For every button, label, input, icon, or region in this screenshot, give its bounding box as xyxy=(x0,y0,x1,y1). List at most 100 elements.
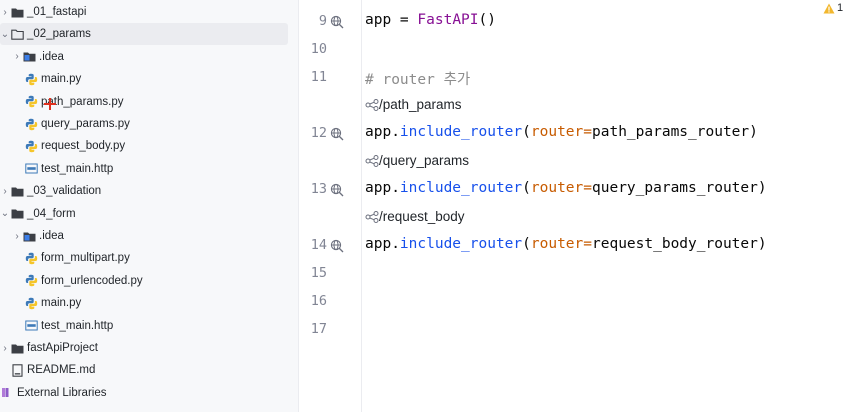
code-token: = xyxy=(391,12,418,28)
code-token: include_router xyxy=(399,180,523,196)
tree-item[interactable]: › fastApiProject xyxy=(0,337,298,359)
code-token: include_router xyxy=(399,236,523,252)
tree-item[interactable]: test_main.http xyxy=(0,315,298,337)
line-number: 14 xyxy=(310,237,327,253)
python-file-icon xyxy=(24,274,38,288)
http-file-icon xyxy=(24,162,38,176)
code-line-13[interactable]: app.include_router(router=query_params_r… xyxy=(365,180,767,196)
code-token: path_params_router xyxy=(592,124,750,140)
route-hint[interactable]: /query_params xyxy=(365,153,469,168)
tree-item[interactable]: test_main.http xyxy=(0,158,298,180)
code-token: app. xyxy=(365,180,400,196)
tree-item-label: _02_params xyxy=(27,28,91,41)
chevron-right-icon[interactable]: › xyxy=(12,51,22,62)
libraries-icon xyxy=(0,386,14,400)
tree-item-label: query_params.py xyxy=(41,118,130,130)
inspection-widget[interactable]: 1 xyxy=(823,2,843,14)
route-hint-label: /path_params xyxy=(379,97,462,112)
share-route-icon xyxy=(365,98,379,111)
code-token: ) xyxy=(757,236,767,252)
gutter-separator xyxy=(361,0,362,412)
endpoint-globe-icon[interactable] xyxy=(330,239,344,253)
share-route-icon xyxy=(365,154,379,167)
endpoint-globe-icon[interactable] xyxy=(330,15,344,29)
code-token: router xyxy=(530,180,584,196)
code-line-12[interactable]: app.include_router(router=path_params_ro… xyxy=(365,124,758,140)
tree-item[interactable]: ⌄ _04_form xyxy=(0,203,298,225)
chevron-right-icon[interactable]: › xyxy=(0,343,10,354)
tree-item-label: test_main.http xyxy=(41,162,114,175)
tree-item[interactable]: › .idea xyxy=(0,225,298,247)
markdown-file-icon xyxy=(10,363,24,377)
tree-item-label: _04_form xyxy=(27,207,76,220)
tree-item-label: test_main.http xyxy=(41,319,114,332)
warning-count: 1 xyxy=(837,2,844,14)
code-line-14[interactable]: app.include_router(router=request_body_r… xyxy=(365,236,767,252)
tree-item[interactable]: › _03_validation xyxy=(0,180,298,202)
idea-folder-icon xyxy=(22,50,36,64)
code-token: FastAPI xyxy=(417,12,479,28)
tree-item-label: fastApiProject xyxy=(27,342,98,354)
chevron-right-icon[interactable]: › xyxy=(0,7,10,18)
route-hint-label: /query_params xyxy=(379,153,470,168)
chevron-right-icon[interactable]: › xyxy=(0,186,10,197)
code-token: router xyxy=(530,124,584,140)
route-hint[interactable]: /request_body xyxy=(365,209,465,224)
tree-item[interactable]: form_urlencoded.py xyxy=(0,270,298,292)
tree-item[interactable]: › .idea xyxy=(0,46,298,68)
line-number: 9 xyxy=(318,13,327,29)
tree-item[interactable]: External Libraries xyxy=(0,382,298,404)
python-file-icon xyxy=(24,95,38,109)
tree-item-label: main.py xyxy=(41,73,82,86)
tree-item[interactable]: README.md xyxy=(0,359,298,381)
python-file-icon xyxy=(24,117,38,131)
code-token: = xyxy=(583,180,592,196)
code-token: ) xyxy=(757,180,767,196)
tree-item-label: .idea xyxy=(39,230,64,242)
panel-divider[interactable] xyxy=(298,0,299,412)
endpoint-globe-icon[interactable] xyxy=(330,127,344,141)
tree-item-label: form_multipart.py xyxy=(41,252,130,265)
folder-icon xyxy=(10,184,24,198)
chevron-down-icon[interactable]: ⌄ xyxy=(0,29,10,40)
tree-item-label: request_body.py xyxy=(41,140,126,153)
tree-item-label: main.py xyxy=(41,297,82,310)
tree-item[interactable]: request_body.py xyxy=(0,135,298,157)
tree-item-label: _01_fastapi xyxy=(27,6,87,18)
code-token: query_params_router xyxy=(592,180,758,196)
code-token: ( xyxy=(522,124,531,140)
tree-item-label: _03_validation xyxy=(27,185,102,198)
line-number: 12 xyxy=(310,125,327,141)
tree-item[interactable]: ⌄ _02_params xyxy=(0,23,288,46)
folder-icon xyxy=(10,207,24,221)
code-token: router xyxy=(530,236,584,252)
share-route-icon xyxy=(365,210,379,223)
tree-item[interactable]: main.py xyxy=(0,292,298,314)
chevron-right-icon[interactable]: › xyxy=(12,231,22,242)
tree-item[interactable]: query_params.py xyxy=(0,113,298,135)
endpoint-globe-icon[interactable] xyxy=(330,183,344,197)
tree-item[interactable]: main.py xyxy=(0,68,298,90)
route-hint-label: /request_body xyxy=(379,209,465,224)
tree-item-label: External Libraries xyxy=(17,386,107,399)
code-line-9[interactable]: app = FastAPI() xyxy=(365,12,496,28)
code-token: ( xyxy=(522,236,531,252)
mouse-cursor-icon xyxy=(44,97,56,110)
tree-item[interactable]: › _01_fastapi xyxy=(0,1,298,23)
code-token: request_body_router xyxy=(592,236,758,252)
code-token: include_router xyxy=(399,124,523,140)
tree-item-label: README.md xyxy=(27,364,96,377)
line-number: 17 xyxy=(310,321,327,337)
code-token: = xyxy=(583,236,592,252)
code-token: = xyxy=(583,124,592,140)
code-token: app. xyxy=(365,124,400,140)
folder-icon xyxy=(10,5,24,19)
code-token: app xyxy=(365,12,392,28)
python-file-icon xyxy=(24,251,38,265)
idea-folder-icon xyxy=(22,229,36,243)
chevron-down-icon[interactable]: ⌄ xyxy=(0,208,10,219)
line-number: 13 xyxy=(310,181,327,197)
tree-item[interactable]: form_multipart.py xyxy=(0,247,298,269)
route-hint[interactable]: /path_params xyxy=(365,97,462,112)
code-line-11[interactable]: # router 추가 xyxy=(365,68,470,89)
